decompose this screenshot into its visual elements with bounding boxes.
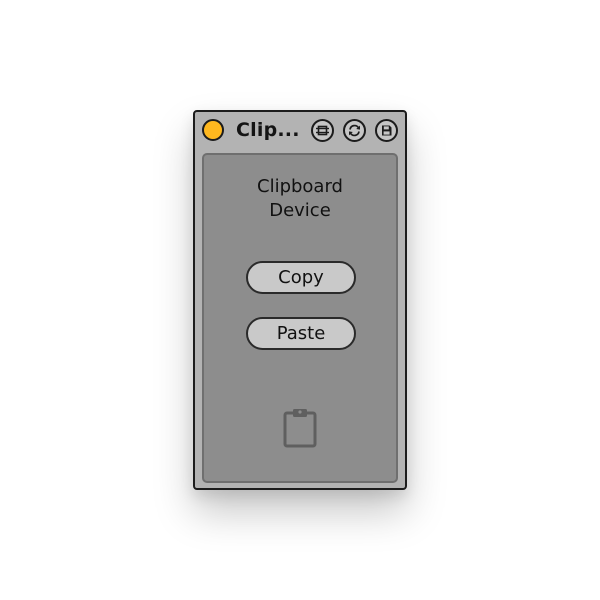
device-title-bar[interactable]: Clip... bbox=[195, 112, 405, 150]
device-title: Clip... bbox=[236, 119, 300, 141]
save-button[interactable] bbox=[375, 119, 398, 142]
clipboard-icon bbox=[283, 409, 317, 448]
device-label-line2: Device bbox=[269, 200, 331, 221]
device-panel: Clipboard Device Copy Paste bbox=[202, 153, 398, 483]
refresh-icon bbox=[349, 124, 360, 137]
clipboard-device: Clip... Clipboard Device Copy Paste bbox=[193, 110, 407, 490]
device-label: Clipboard Device bbox=[204, 175, 396, 223]
device-label-line1: Clipboard bbox=[257, 176, 343, 197]
save-icon bbox=[382, 125, 392, 136]
paste-button[interactable]: Paste bbox=[246, 317, 356, 350]
hot-swap-icon bbox=[316, 125, 329, 136]
hot-swap-button[interactable] bbox=[311, 119, 334, 142]
refresh-button[interactable] bbox=[343, 119, 366, 142]
device-activator-toggle[interactable] bbox=[202, 119, 224, 141]
copy-button[interactable]: Copy bbox=[246, 261, 356, 294]
